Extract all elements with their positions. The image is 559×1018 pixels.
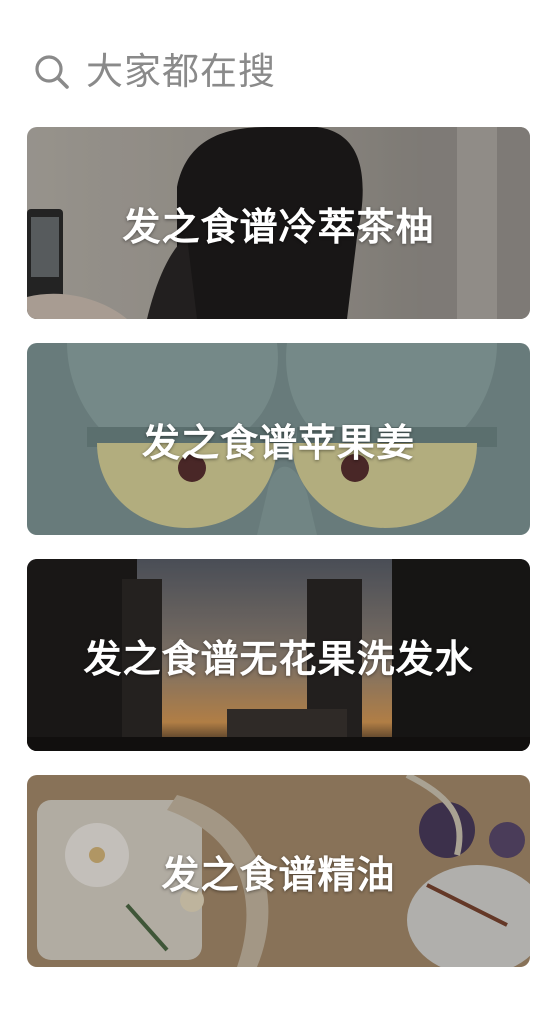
search-suggestion-card[interactable]: 发之食谱无花果洗发水 xyxy=(27,559,530,751)
card-label: 发之食谱无花果洗发水 xyxy=(83,636,474,681)
search-suggestion-card[interactable]: 发之食谱精油 xyxy=(27,775,530,967)
card-label: 发之食谱精油 xyxy=(161,852,396,897)
search-suggestion-card[interactable]: 发之食谱冷萃茶柚 xyxy=(27,127,530,319)
card-label: 发之食谱冷萃茶柚 xyxy=(122,204,435,249)
card-label: 发之食谱苹果姜 xyxy=(141,420,415,465)
header-title: 大家都在搜 xyxy=(86,50,276,93)
search-icon xyxy=(32,52,72,92)
search-suggestion-card[interactable]: 发之食谱苹果姜 xyxy=(27,343,530,535)
search-header[interactable]: 大家都在搜 xyxy=(32,48,276,96)
